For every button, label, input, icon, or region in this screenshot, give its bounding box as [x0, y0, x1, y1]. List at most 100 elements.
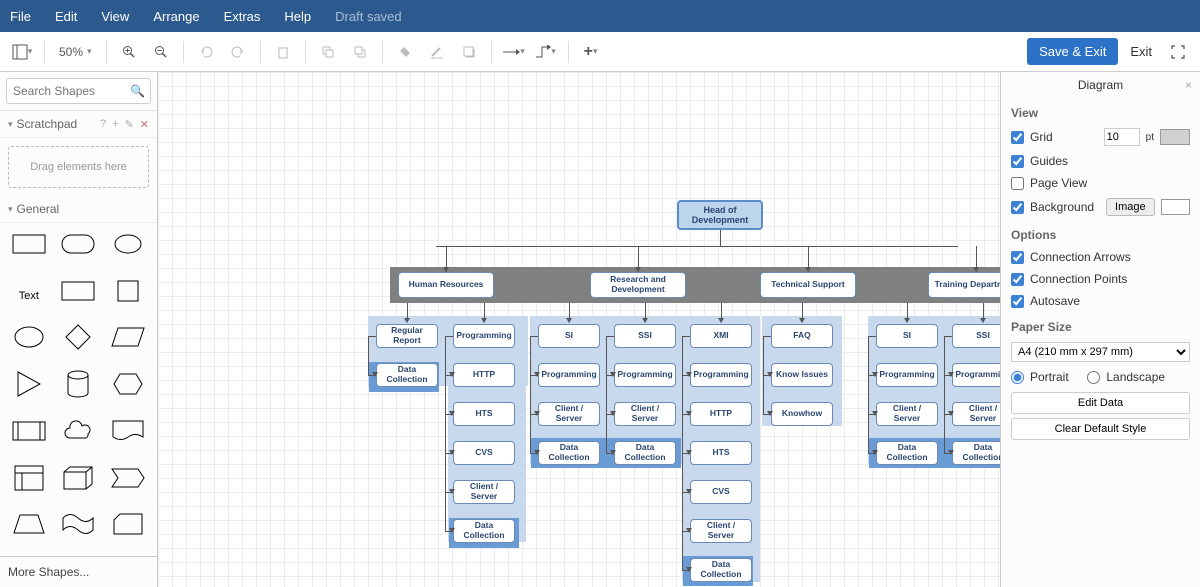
diagram-node[interactable]: HTTP [453, 363, 515, 387]
diagram-node[interactable]: XMI [690, 324, 752, 348]
help-icon[interactable]: ? [100, 118, 106, 131]
background-color-swatch[interactable] [1161, 199, 1190, 215]
diagram-node[interactable]: SI [538, 324, 600, 348]
diagram-node[interactable]: SSI [614, 324, 676, 348]
diagram-node[interactable]: Data Collection [376, 363, 438, 387]
diagram-node[interactable]: Head of Development [677, 200, 763, 230]
fill-icon[interactable] [391, 38, 419, 66]
clear-style-button[interactable]: Clear Default Style [1011, 418, 1190, 440]
diagram-node[interactable]: Data Collection [876, 441, 938, 465]
general-section[interactable]: ▾General [0, 196, 157, 223]
diagram-node[interactable]: Client / Server [690, 519, 752, 543]
diagram-node[interactable]: Client / Server [453, 480, 515, 504]
diagram-node[interactable]: Programming [614, 363, 676, 387]
diagram-node[interactable]: Data Collection [690, 558, 752, 582]
shape-textbox[interactable] [56, 276, 102, 306]
diagram-node[interactable]: Technical Support [760, 272, 856, 298]
diagram-node[interactable]: Knowhow [771, 402, 833, 426]
diagram-node[interactable]: Regular Report [376, 324, 438, 348]
shape-triangle[interactable] [6, 369, 52, 399]
shape-ellipse-small[interactable] [105, 229, 151, 259]
to-back-icon[interactable] [346, 38, 374, 66]
conn-points-checkbox[interactable] [1011, 273, 1024, 286]
diagram-node[interactable]: Data Collection [614, 441, 676, 465]
portrait-radio[interactable] [1011, 371, 1024, 384]
zoom-level[interactable]: 50%▾ [53, 45, 98, 59]
diagram-node[interactable]: Data Collection [952, 441, 1000, 465]
undo-icon[interactable] [192, 38, 220, 66]
conn-arrows-checkbox[interactable] [1011, 251, 1024, 264]
diagram-node[interactable]: Programming [952, 363, 1000, 387]
waypoint-icon[interactable]: ▾ [532, 38, 560, 66]
shape-square[interactable] [105, 276, 151, 306]
grid-checkbox[interactable] [1011, 131, 1024, 144]
grid-size-input[interactable] [1104, 128, 1140, 146]
close-panel-icon[interactable]: × [1185, 78, 1192, 92]
shape-cube[interactable] [56, 463, 102, 493]
scratchpad-dropzone[interactable]: Drag elements here [8, 146, 149, 188]
shape-ellipse[interactable] [6, 322, 52, 352]
diagram-node[interactable]: Client / Server [952, 402, 1000, 426]
pageview-checkbox[interactable] [1011, 177, 1024, 190]
view-mode-button[interactable]: ▾ [8, 38, 36, 66]
scratchpad-section[interactable]: ▾Scratchpad ?+✎✕ [0, 111, 157, 138]
diagram-node[interactable]: Programming [538, 363, 600, 387]
diagram-node[interactable]: Data Collection [538, 441, 600, 465]
diagram-node[interactable]: Client / Server [614, 402, 676, 426]
shape-text[interactable]: Text [6, 290, 52, 302]
shape-hexagon[interactable] [105, 369, 151, 399]
shape-parallelogram[interactable] [105, 322, 151, 352]
zoom-in-icon[interactable] [115, 38, 143, 66]
diagram-node[interactable]: Training Department [928, 272, 1000, 298]
diagram-node[interactable]: FAQ [771, 324, 833, 348]
diagram-node[interactable]: CVS [453, 441, 515, 465]
diagram-node[interactable]: Client / Server [538, 402, 600, 426]
to-front-icon[interactable] [314, 38, 342, 66]
grid-color-swatch[interactable] [1160, 129, 1190, 145]
menu-edit[interactable]: Edit [55, 9, 77, 24]
diagram-node[interactable]: Data Collection [453, 519, 515, 543]
add-scratch-icon[interactable]: + [112, 118, 118, 131]
landscape-radio[interactable] [1087, 371, 1100, 384]
exit-button[interactable]: Exit [1122, 44, 1160, 59]
redo-icon[interactable] [224, 38, 252, 66]
diagram-node[interactable]: Research and Development [590, 272, 686, 298]
zoom-out-icon[interactable] [147, 38, 175, 66]
stroke-icon[interactable] [423, 38, 451, 66]
guides-checkbox[interactable] [1011, 155, 1024, 168]
shape-card[interactable] [105, 509, 151, 539]
shape-roundrect[interactable] [56, 229, 102, 259]
diagram-node[interactable]: HTS [453, 402, 515, 426]
fullscreen-icon[interactable] [1164, 38, 1192, 66]
diagram-node[interactable]: HTTP [690, 402, 752, 426]
diagram-node[interactable]: Know Issues [771, 363, 833, 387]
diagram-node[interactable]: SI [876, 324, 938, 348]
shape-internal[interactable] [6, 463, 52, 493]
menu-arrange[interactable]: Arrange [153, 9, 199, 24]
edit-data-button[interactable]: Edit Data [1011, 392, 1190, 414]
diagram-node[interactable]: HTS [690, 441, 752, 465]
shape-tape[interactable] [56, 509, 102, 539]
more-shapes-button[interactable]: More Shapes... [0, 556, 157, 587]
background-checkbox[interactable] [1011, 201, 1024, 214]
shape-cylinder[interactable] [56, 369, 102, 399]
shape-cloud[interactable] [56, 416, 102, 446]
diagram-node[interactable]: Client / Server [876, 402, 938, 426]
shape-diamond[interactable] [56, 322, 102, 352]
diagram-node[interactable]: Programming [876, 363, 938, 387]
shape-step[interactable] [105, 463, 151, 493]
diagram-node[interactable]: Programming [453, 324, 515, 348]
close-scratch-icon[interactable]: ✕ [140, 118, 149, 131]
menu-help[interactable]: Help [284, 9, 311, 24]
diagram-lane[interactable] [448, 316, 526, 542]
shape-rect[interactable] [6, 229, 52, 259]
connection-icon[interactable]: ▾ [500, 38, 528, 66]
save-exit-button[interactable]: Save & Exit [1027, 38, 1118, 65]
edit-scratch-icon[interactable]: ✎ [125, 118, 134, 131]
shape-trapezoid[interactable] [6, 509, 52, 539]
shape-process[interactable] [6, 416, 52, 446]
shadow-icon[interactable] [455, 38, 483, 66]
delete-icon[interactable] [269, 38, 297, 66]
diagram-node[interactable]: Human Resources [398, 272, 494, 298]
menu-extras[interactable]: Extras [224, 9, 261, 24]
